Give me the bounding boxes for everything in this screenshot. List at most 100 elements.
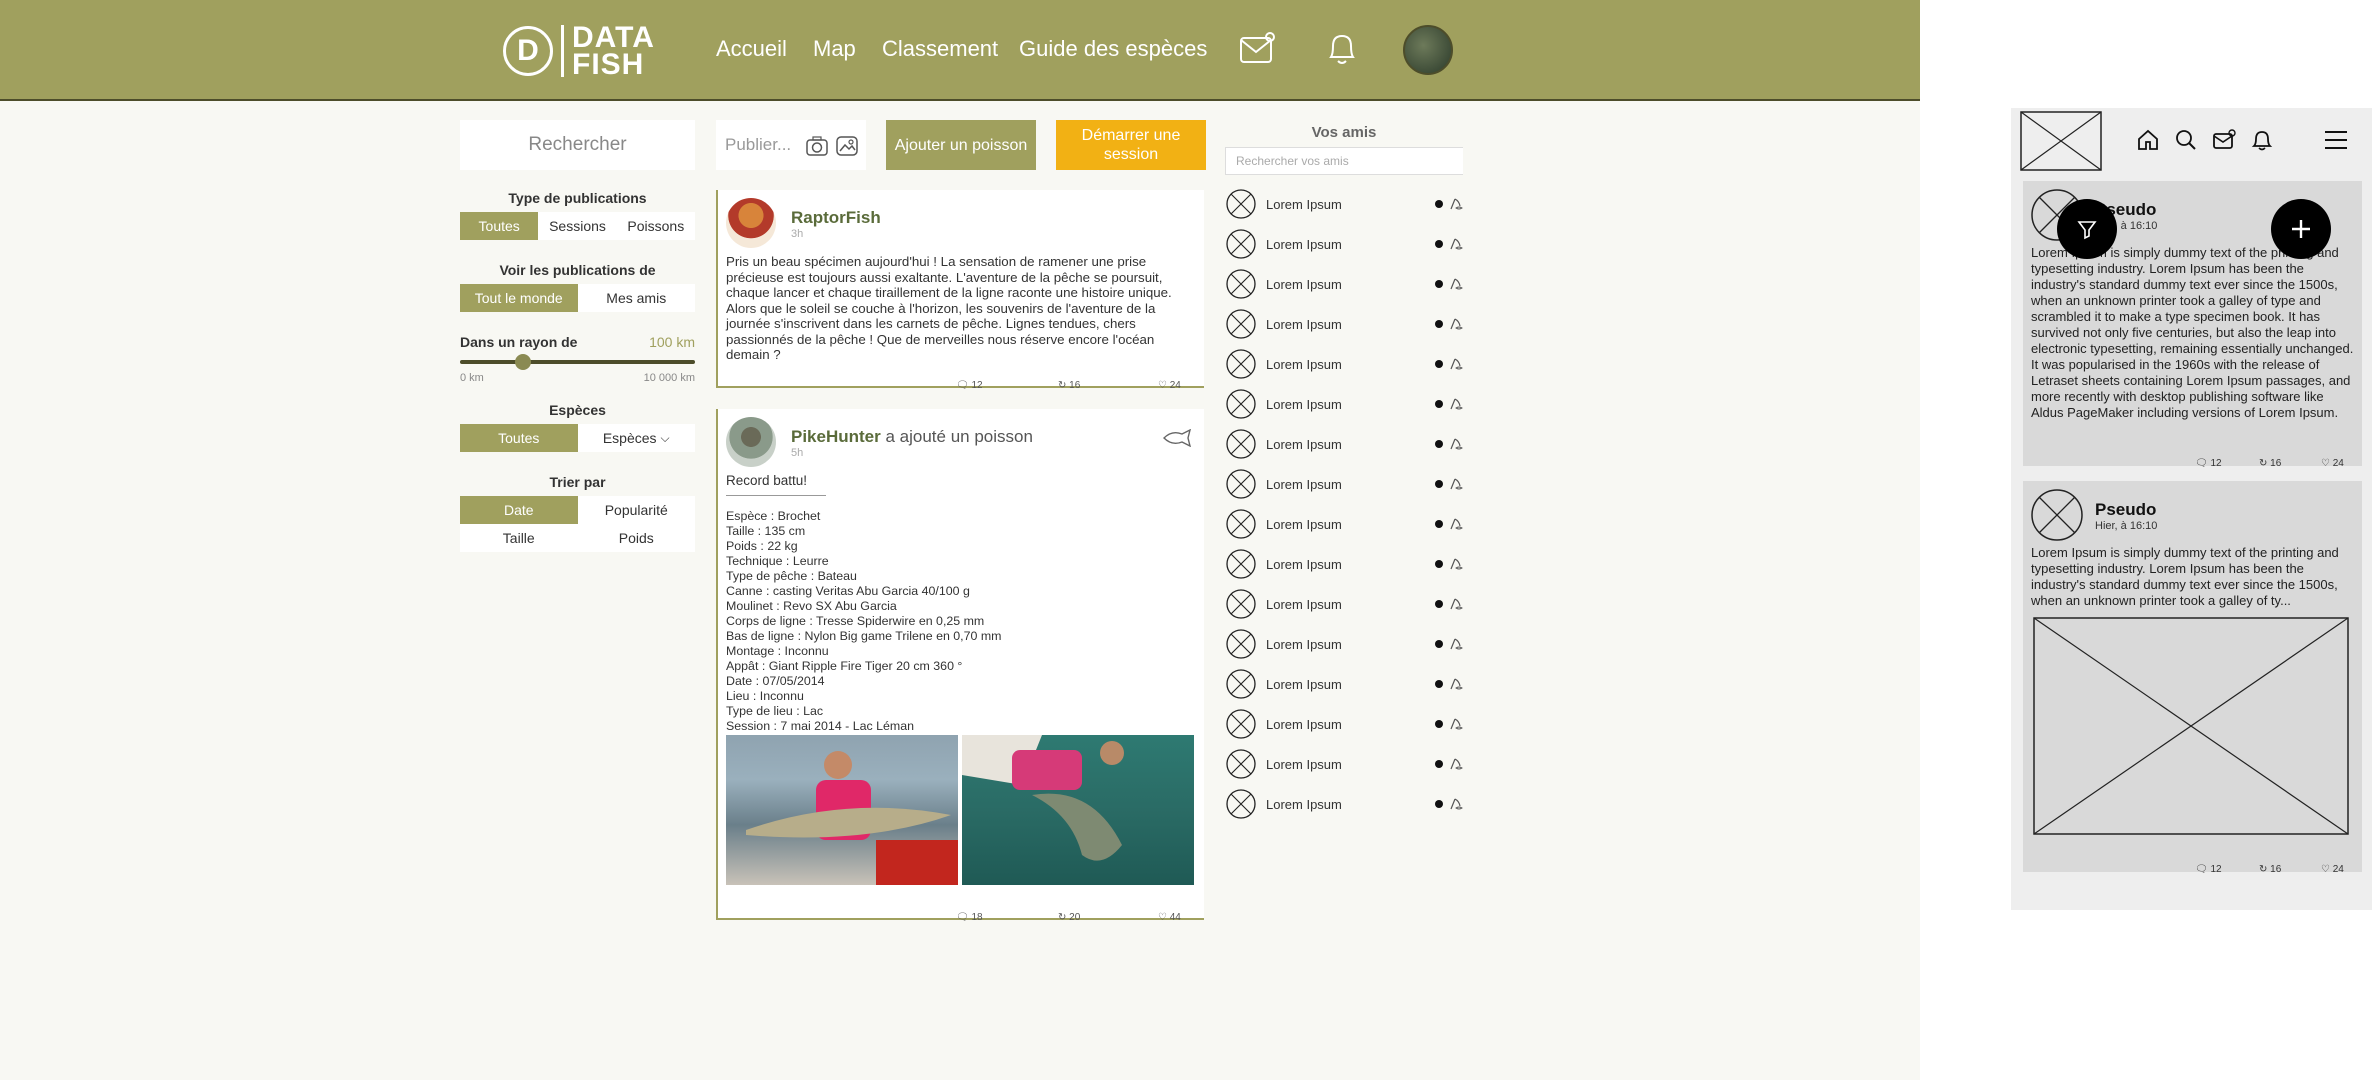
filter-button[interactable] <box>2057 199 2117 259</box>
friend-item[interactable]: Lorem Ipsum <box>1225 224 1463 264</box>
online-status-dot <box>1435 560 1443 568</box>
fishing-icon[interactable] <box>1449 437 1463 451</box>
fishing-icon[interactable] <box>1449 717 1463 731</box>
friend-item[interactable]: Lorem Ipsum <box>1225 784 1463 824</box>
friends-panel: Vos amis Rechercher vos amis Lorem Ipsum… <box>1225 124 1463 824</box>
friend-item[interactable]: Lorem Ipsum <box>1225 664 1463 704</box>
image-icon[interactable] <box>836 136 858 156</box>
add-fish-button[interactable]: Ajouter un poisson <box>886 120 1036 170</box>
logo-placeholder[interactable] <box>2020 111 2102 171</box>
fishing-icon[interactable] <box>1449 597 1463 611</box>
messages-icon[interactable] <box>2212 128 2236 152</box>
nav-species-guide[interactable]: Guide des espèces <box>1019 36 1207 62</box>
pub-type-sessions[interactable]: Sessions <box>538 212 616 240</box>
bell-icon[interactable] <box>1325 30 1359 68</box>
fishing-icon[interactable] <box>1449 557 1463 571</box>
sort-size[interactable]: Taille <box>460 524 578 552</box>
post-author-name[interactable]: PikeHunter <box>791 427 881 446</box>
friend-item[interactable]: Lorem Ipsum <box>1225 464 1463 504</box>
mobile-post-author[interactable]: Pseudo <box>2095 500 2156 520</box>
fishing-icon[interactable] <box>1449 277 1463 291</box>
add-post-button[interactable] <box>2271 199 2331 259</box>
pub-type-all[interactable]: Toutes <box>460 212 539 240</box>
friend-item[interactable]: Lorem Ipsum <box>1225 304 1463 344</box>
nav-home[interactable]: Accueil <box>716 36 787 62</box>
friend-item[interactable]: Lorem Ipsum <box>1225 264 1463 304</box>
friend-item[interactable]: Lorem Ipsum <box>1225 184 1463 224</box>
search-icon[interactable] <box>2174 128 2198 152</box>
fishing-icon[interactable] <box>1449 477 1463 491</box>
sort-date[interactable]: Date <box>460 496 578 524</box>
post-photo[interactable] <box>962 735 1194 885</box>
mobile-comments[interactable]: 🗨︎ 12 <box>2195 458 2222 469</box>
sort-weight[interactable]: Poids <box>578 524 696 552</box>
friend-item[interactable]: Lorem Ipsum <box>1225 504 1463 544</box>
radius-slider-thumb[interactable] <box>515 354 532 370</box>
friend-item[interactable]: Lorem Ipsum <box>1225 544 1463 584</box>
fishing-icon[interactable] <box>1449 797 1463 811</box>
post-author[interactable]: RaptorFish <box>791 208 881 228</box>
mobile-likes[interactable]: ♡ 24 <box>2321 458 2344 469</box>
post-comments[interactable]: 🗨︎ 12 <box>956 380 983 391</box>
fish-detail-line: Corps de ligne : Tresse Spiderwire en 0,… <box>726 614 985 628</box>
post-text: Pris un beau spécimen aujourd'hui ! La s… <box>726 254 1172 362</box>
pub-type-fish[interactable]: Poissons <box>617 212 695 240</box>
post-shares[interactable]: ↻ 20 <box>1058 912 1080 923</box>
fishing-icon[interactable] <box>1449 637 1463 651</box>
fishing-icon[interactable] <box>1449 237 1463 251</box>
mobile-comments[interactable]: 🗨︎ 12 <box>2195 864 2222 875</box>
post-likes[interactable]: ♡ 44 <box>1158 912 1181 923</box>
avatar-placeholder[interactable] <box>2031 489 2083 541</box>
friends-search-input[interactable]: Rechercher vos amis <box>1225 147 1463 175</box>
fishing-icon[interactable] <box>1449 757 1463 771</box>
start-session-button[interactable]: Démarrer une session <box>1056 120 1206 170</box>
image-placeholder[interactable] <box>2033 617 2349 835</box>
friend-item[interactable]: Lorem Ipsum <box>1225 344 1463 384</box>
online-status-dot <box>1435 600 1443 608</box>
mobile-shares[interactable]: ↻ 16 <box>2259 458 2281 469</box>
friend-item[interactable]: Lorem Ipsum <box>1225 384 1463 424</box>
friend-item[interactable]: Lorem Ipsum <box>1225 624 1463 664</box>
menu-icon[interactable] <box>2323 128 2349 152</box>
friend-item[interactable]: Lorem Ipsum <box>1225 424 1463 464</box>
friend-name: Lorem Ipsum <box>1266 756 1342 772</box>
fishing-icon[interactable] <box>1449 397 1463 411</box>
post-title: Record battu! <box>726 473 808 488</box>
species-all[interactable]: Toutes <box>460 424 578 452</box>
datafish-logo[interactable]: D DATA FISH <box>503 23 655 80</box>
radius-slider[interactable] <box>460 354 695 370</box>
bell-icon[interactable] <box>2250 128 2274 152</box>
publish-input[interactable]: Publier... <box>716 120 866 170</box>
fishing-icon[interactable] <box>1449 677 1463 691</box>
friend-item[interactable]: Lorem Ipsum <box>1225 584 1463 624</box>
fishing-icon[interactable] <box>1449 517 1463 531</box>
mobile-shares[interactable]: ↻ 16 <box>2259 864 2281 875</box>
species-dropdown[interactable]: Espèces ⌵ <box>578 424 696 452</box>
search-input[interactable]: Rechercher <box>460 120 695 170</box>
fishing-icon[interactable] <box>1449 317 1463 331</box>
fishing-icon[interactable] <box>1449 357 1463 371</box>
post-avatar[interactable] <box>726 417 776 467</box>
post-comments[interactable]: 🗨︎ 18 <box>956 912 983 923</box>
online-status-dot <box>1435 200 1443 208</box>
mobile-likes[interactable]: ♡ 24 <box>2321 864 2344 875</box>
see-pubs-everyone[interactable]: Tout le monde <box>460 284 578 312</box>
sort-popularity[interactable]: Popularité <box>578 496 696 524</box>
camera-icon[interactable] <box>806 136 828 156</box>
post-photo[interactable] <box>726 735 958 885</box>
post-likes[interactable]: ♡ 24 <box>1158 380 1181 391</box>
post-avatar[interactable] <box>726 198 776 248</box>
fishing-icon[interactable] <box>1449 197 1463 211</box>
friend-item[interactable]: Lorem Ipsum <box>1225 704 1463 744</box>
share-count: 16 <box>2270 864 2282 875</box>
pub-type-title: Type de publications <box>508 190 647 206</box>
see-pubs-friends[interactable]: Mes amis <box>578 284 696 312</box>
nav-ranking[interactable]: Classement <box>882 36 998 62</box>
post-shares[interactable]: ↻ 16 <box>1058 380 1080 391</box>
home-icon[interactable] <box>2136 128 2160 152</box>
nav-map[interactable]: Map <box>813 36 856 62</box>
messages-icon[interactable] <box>1239 30 1277 68</box>
see-pubs-toggle: Tout le monde Mes amis <box>460 284 695 312</box>
user-avatar[interactable] <box>1403 25 1453 75</box>
friend-item[interactable]: Lorem Ipsum <box>1225 744 1463 784</box>
